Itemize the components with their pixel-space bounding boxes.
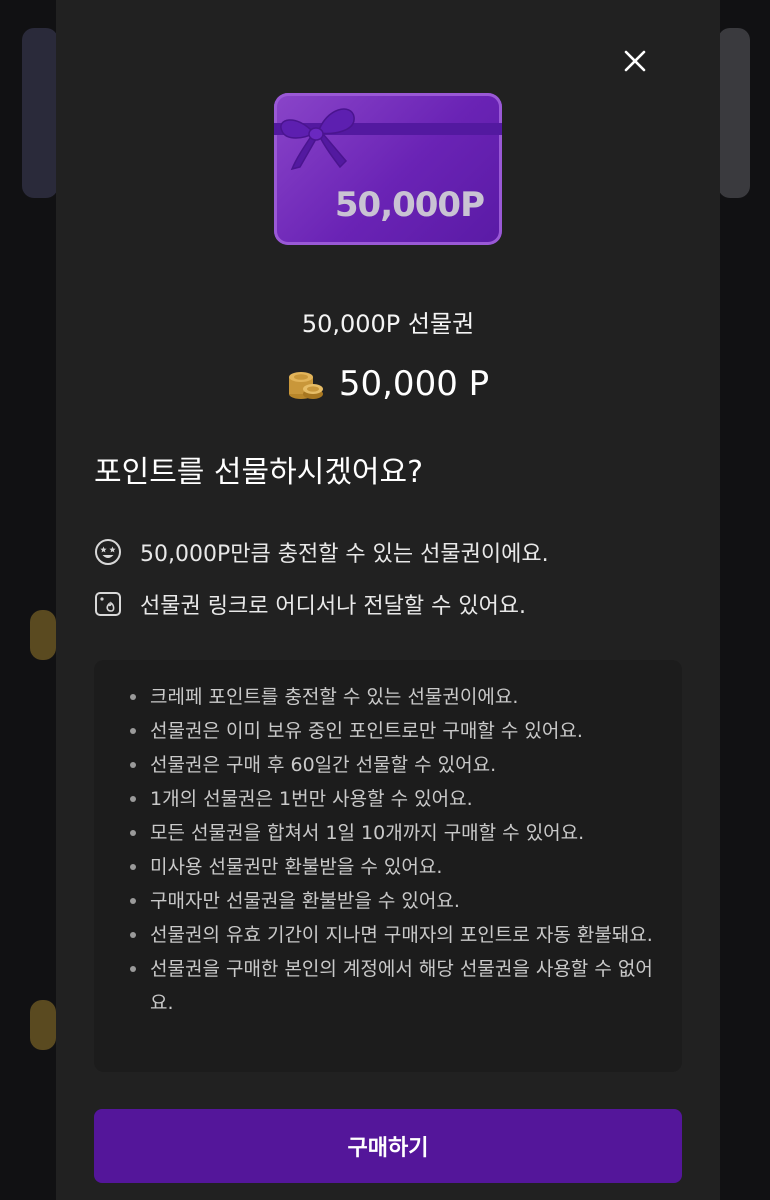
coin-stack-icon <box>288 372 323 399</box>
card-value-label: 50,000P <box>334 185 485 225</box>
notice-list: 크레페 포인트를 충전할 수 있는 선물권이에요. 선물권은 이미 보유 중인 … <box>130 680 670 1020</box>
star-eyes-smiley-icon <box>95 539 121 565</box>
price-row: 50,000 P <box>56 360 720 408</box>
notice-box: 크레페 포인트를 충전할 수 있는 선물권이에요. 선물권은 이미 보유 중인 … <box>94 660 682 1072</box>
background-content-block <box>30 1000 56 1050</box>
notice-item: 미사용 선물권만 환불받을 수 있어요. <box>130 850 670 884</box>
notice-item: 선물권을 구매한 본인의 계정에서 해당 선물권을 사용할 수 없어요. <box>130 952 670 1020</box>
background-content-block <box>718 28 750 198</box>
background-content-block <box>30 610 56 660</box>
gift-card-image: 50,000P <box>274 93 502 245</box>
feature-text: 선물권 링크로 어디서나 전달할 수 있어요. <box>140 594 527 619</box>
feature-text: 50,000P만큼 충전할 수 있는 선물권이에요. <box>140 542 549 567</box>
notice-item: 크레페 포인트를 충전할 수 있는 선물권이에요. <box>130 680 670 714</box>
close-icon <box>624 50 646 72</box>
close-button[interactable] <box>618 44 652 78</box>
background-content-block <box>22 28 58 198</box>
feature-item: 선물권 링크로 어디서나 전달할 수 있어요. <box>94 588 526 620</box>
notice-item: 선물권은 이미 보유 중인 포인트로만 구매할 수 있어요. <box>130 714 670 748</box>
notice-item: 구매자만 선물권을 환불받을 수 있어요. <box>130 884 670 918</box>
gift-card-modal: 50,000P 50,000P 선물권 50,000 P 포인트를 선물하시겠어… <box>56 0 720 1200</box>
price-value: 50,000 P <box>338 364 490 404</box>
confirm-question: 포인트를 선물하시겠어요? <box>94 455 424 490</box>
share-image-icon <box>95 592 121 616</box>
notice-item: 모든 선물권을 합쳐서 1일 10개까지 구매할 수 있어요. <box>130 816 670 850</box>
product-name: 50,000P 선물권 <box>301 310 475 338</box>
feature-item: 50,000P만큼 충전할 수 있는 선물권이에요. <box>94 536 549 568</box>
notice-item: 1개의 선물권은 1번만 사용할 수 있어요. <box>130 782 670 816</box>
notice-item: 선물권은 구매 후 60일간 선물할 수 있어요. <box>130 748 670 782</box>
ribbon-bow-icon <box>280 108 355 171</box>
notice-item: 선물권의 유효 기간이 지나면 구매자의 포인트로 자동 환불돼요. <box>130 918 670 952</box>
buy-button[interactable]: 구매하기 <box>94 1109 682 1183</box>
